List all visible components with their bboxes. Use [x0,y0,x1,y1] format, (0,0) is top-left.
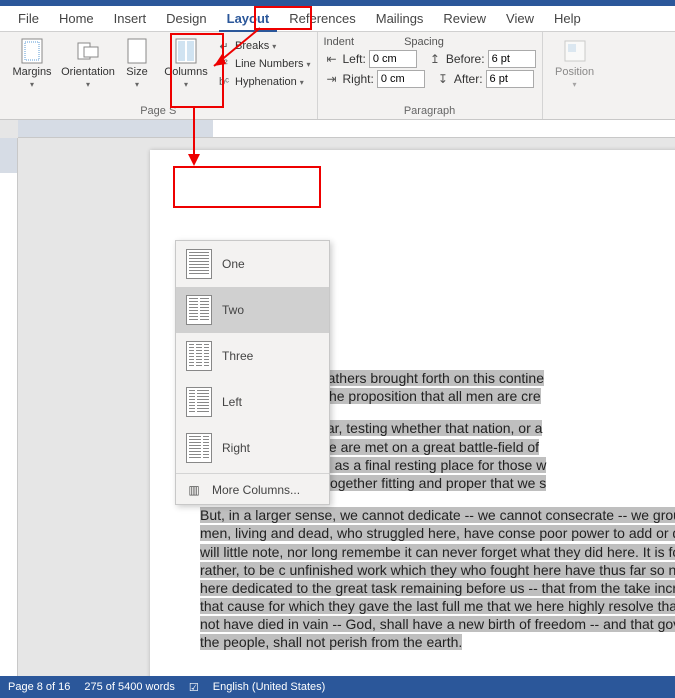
breaks-button[interactable]: ↵Breaks ▾ [216,38,311,54]
position-button[interactable]: Position ▾ [549,34,601,89]
tab-home[interactable]: Home [51,7,102,30]
status-word-count[interactable]: 275 of 5400 words [84,681,175,693]
document-paragraph: But, in a larger sense, we cannot dedica… [200,506,675,652]
group-page-setup: Margins ▾ Orientation ▾ Size ▾ Columns ▾… [0,32,318,119]
columns-option-right[interactable]: Right [176,425,329,471]
page-setup-group-label: Page S [6,103,311,119]
indent-right-input[interactable] [377,70,425,88]
indent-left-input[interactable] [369,50,417,68]
chevron-down-icon: ▾ [184,80,188,89]
margins-icon [19,38,45,64]
columns-option-three[interactable]: Three [176,333,329,379]
chevron-down-icon: ▾ [30,80,34,89]
columns-option-label: Right [222,441,250,455]
spacing-before-field[interactable]: ↥ Before: [427,50,536,68]
indent-left-field[interactable]: ⇤ Left: [324,50,417,68]
columns-icon [173,38,199,64]
chevron-down-icon: ▾ [573,80,577,89]
tab-layout[interactable]: Layout [219,7,278,32]
chevron-down-icon: ▾ [135,80,139,89]
spacing-heading: Spacing [404,36,444,48]
vertical-ruler[interactable] [0,138,18,676]
chevron-down-icon: ▾ [86,80,90,89]
orientation-button[interactable]: Orientation ▾ [62,34,114,89]
right-column-icon [186,433,212,463]
tab-insert[interactable]: Insert [106,7,155,30]
status-bar: Page 8 of 16 275 of 5400 words ☑ English… [0,676,675,698]
workspace: g Address even years ago our fathers bro… [0,120,675,676]
columns-option-left[interactable]: Left [176,379,329,425]
columns-option-label: More Columns... [212,483,300,497]
columns-option-label: Three [222,349,253,363]
breaks-label: Breaks [235,40,269,52]
line-numbers-button[interactable]: ¹²Line Numbers ▾ [216,56,311,72]
columns-option-label: Two [222,303,244,317]
chevron-down-icon: ▾ [300,78,304,87]
selected-text: But, in a larger sense, we cannot dedica… [200,507,675,650]
spacing-after-label: After: [454,72,483,86]
spacing-before-label: Before: [446,52,485,66]
chevron-down-icon: ▾ [272,42,276,51]
chevron-down-icon: ▾ [306,60,310,69]
tab-design[interactable]: Design [158,7,214,30]
tab-help[interactable]: Help [546,7,589,30]
status-page[interactable]: Page 8 of 16 [8,681,70,693]
line-numbers-label: Line Numbers [235,58,303,70]
tab-references[interactable]: References [281,7,363,30]
columns-label: Columns [164,66,207,78]
indent-left-icon: ⇤ [324,51,340,67]
left-column-icon [186,387,212,417]
hyphenation-button[interactable]: bᶜHyphenation ▾ [216,74,311,90]
group-arrange: Position ▾ [543,32,607,119]
margins-label: Margins [12,66,51,78]
orientation-icon [75,38,101,64]
ribbon: Margins ▾ Orientation ▾ Size ▾ Columns ▾… [0,32,675,120]
hyphenation-label: Hyphenation [235,76,297,88]
menu-separator [176,473,329,474]
margins-button[interactable]: Margins ▾ [6,34,58,89]
spacing-before-icon: ↥ [427,51,443,67]
spacing-after-input[interactable] [486,70,534,88]
columns-button[interactable]: Columns ▾ [160,34,212,89]
size-button[interactable]: Size ▾ [118,34,156,89]
position-icon [562,38,588,64]
more-columns-icon: ▥ [186,482,202,498]
indent-heading: Indent [324,36,355,48]
two-column-icon [186,295,212,325]
hyphenation-icon: bᶜ [216,74,232,90]
paragraph-group-label: Paragraph [324,103,536,119]
proofing-icon[interactable]: ☑ [189,681,199,694]
tab-mailings[interactable]: Mailings [368,7,432,30]
indent-left-label: Left: [343,52,366,66]
tab-view[interactable]: View [498,7,542,30]
horizontal-ruler[interactable] [18,120,675,138]
ribbon-tabs: File Home Insert Design Layout Reference… [0,6,675,32]
indent-right-field[interactable]: ⇥ Right: [324,70,425,88]
group-paragraph: Indent Spacing ⇤ Left: ↥ Before: ⇥ Ri [318,32,543,119]
arrange-group-label [549,115,601,119]
columns-option-two[interactable]: Two [176,287,329,333]
columns-dropdown: One Two Three Left Right ▥ More Columns.… [175,240,330,505]
spacing-after-icon: ↧ [435,71,451,87]
tab-review[interactable]: Review [435,7,494,30]
breaks-icon: ↵ [216,38,232,54]
indent-right-icon: ⇥ [324,71,340,87]
indent-right-label: Right: [343,72,374,86]
size-label: Size [126,66,147,78]
size-icon [124,38,150,64]
columns-option-one[interactable]: One [176,241,329,287]
columns-option-more[interactable]: ▥ More Columns... [176,476,329,504]
columns-option-label: Left [222,395,242,409]
columns-option-label: One [222,257,245,271]
one-column-icon [186,249,212,279]
tab-file[interactable]: File [10,7,47,30]
position-label: Position [555,66,594,78]
three-column-icon [186,341,212,371]
spacing-before-input[interactable] [488,50,536,68]
line-numbers-icon: ¹² [216,56,232,72]
spacing-after-field[interactable]: ↧ After: [435,70,534,88]
status-language[interactable]: English (United States) [213,681,326,693]
orientation-label: Orientation [61,66,115,78]
